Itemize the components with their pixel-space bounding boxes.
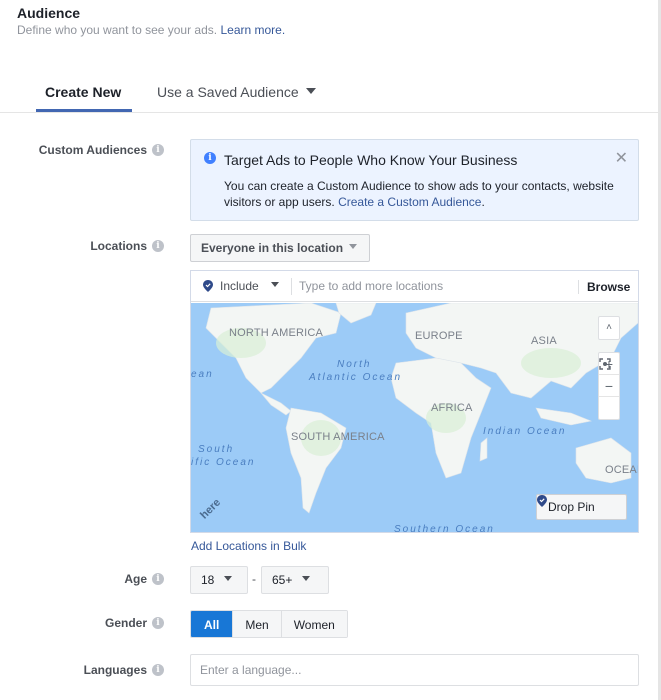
land-central-america xyxy=(260,392,292,416)
age-max-dropdown[interactable]: 65+ xyxy=(261,566,329,594)
create-custom-audience-link[interactable]: Create a Custom Audience xyxy=(338,195,481,209)
pin-icon xyxy=(537,495,547,507)
notice-title: Target Ads to People Who Know Your Busin… xyxy=(224,152,518,168)
age-min-value: 18 xyxy=(201,573,215,587)
location-search-input[interactable] xyxy=(299,276,559,296)
label-text: Custom Audiences xyxy=(38,143,147,157)
map-collapse-control: ˄ xyxy=(598,316,620,340)
audience-tabs: Create New Use a Saved Audience xyxy=(0,72,658,113)
info-icon[interactable]: i xyxy=(152,144,164,156)
label-oceania: OCEAN xyxy=(605,464,638,476)
label-asia: ASIA xyxy=(531,335,557,347)
divider xyxy=(578,280,579,294)
info-icon: i xyxy=(204,152,216,164)
info-icon[interactable]: i xyxy=(152,573,164,585)
world-map[interactable]: NORTH AMERICA EUROPE ASIA AFRICA SOUTH A… xyxy=(191,303,638,532)
locations-label: Locations i xyxy=(90,239,164,253)
learn-more-link[interactable]: Learn more. xyxy=(220,23,285,37)
age-separator: - xyxy=(252,572,256,586)
language-input[interactable] xyxy=(190,654,639,686)
include-dropdown[interactable]: Include xyxy=(203,279,279,293)
label-north-america: NORTH AMERICA xyxy=(229,327,324,339)
caret-down-icon xyxy=(301,576,310,582)
divider xyxy=(291,278,292,295)
age-label: Age i xyxy=(124,572,164,586)
land-australia xyxy=(575,437,632,484)
label-pacific-left: ean xyxy=(191,369,214,380)
label-atlantic-ocean: Atlantic Ocean xyxy=(309,372,403,383)
gender-women-button[interactable]: Women xyxy=(280,611,347,637)
section-subtitle: Define who you want to see your ads. Lea… xyxy=(17,23,285,37)
label-text: Languages xyxy=(83,663,147,677)
location-search-bar: Include Browse xyxy=(191,271,638,302)
label-indian-ocean: Indian Ocean xyxy=(483,426,567,437)
location-picker: Include Browse xyxy=(190,270,639,533)
info-icon[interactable]: i xyxy=(152,664,164,676)
drop-pin-label: Drop Pin xyxy=(548,500,595,514)
recenter-button[interactable] xyxy=(599,358,619,419)
label-south-pacific: South xyxy=(198,444,235,455)
tab-label: Use a Saved Audience xyxy=(157,84,299,100)
caret-down-icon xyxy=(305,88,316,95)
map-up-button[interactable]: ˄ xyxy=(599,317,619,339)
browse-button[interactable]: Browse xyxy=(587,280,630,294)
subtitle-text: Define who you want to see your ads. xyxy=(17,23,218,37)
caret-down-icon xyxy=(349,244,358,250)
custom-audience-notice: i Target Ads to People Who Know Your Bus… xyxy=(190,139,639,221)
label-europe: EUROPE xyxy=(415,330,463,342)
gender-men-button[interactable]: Men xyxy=(232,611,281,637)
caret-down-icon xyxy=(223,576,232,582)
label-text: Gender xyxy=(104,616,147,630)
land-greenland xyxy=(335,303,377,324)
tab-use-saved-audience[interactable]: Use a Saved Audience xyxy=(157,84,316,100)
label-south-america: SOUTH AMERICA xyxy=(291,431,385,443)
gender-label: Gender i xyxy=(105,616,164,630)
land-madagascar xyxy=(479,437,488,462)
caret-down-icon xyxy=(270,281,279,287)
tab-create-new[interactable]: Create New xyxy=(45,84,121,100)
label-pacific-ocean: ific Ocean xyxy=(191,457,256,468)
notice-period: . xyxy=(481,195,485,209)
zoom-out-button[interactable]: − xyxy=(599,375,619,397)
label-africa: AFRICA xyxy=(431,402,473,414)
languages-label: Languages i xyxy=(84,663,164,677)
dropdown-value: Everyone in this location xyxy=(201,241,344,255)
add-locations-in-bulk-link[interactable]: Add Locations in Bulk xyxy=(191,539,306,553)
info-icon[interactable]: i xyxy=(152,240,164,252)
close-icon[interactable]: ✕ xyxy=(615,148,628,168)
land-indonesia xyxy=(535,407,593,426)
gender-selector: All Men Women xyxy=(190,610,348,638)
include-label: Include xyxy=(220,279,259,293)
pin-icon xyxy=(203,280,213,292)
info-icon[interactable]: i xyxy=(152,617,164,629)
map-zoom-controls: + − xyxy=(598,352,620,420)
age-min-dropdown[interactable]: 18 xyxy=(190,566,248,594)
notice-body: You can create a Custom Audience to show… xyxy=(224,178,624,210)
section-title: Audience xyxy=(17,5,81,21)
label-north-atlantic: North xyxy=(337,359,372,370)
age-max-value: 65+ xyxy=(272,573,293,587)
custom-audiences-label: Custom Audiences i xyxy=(39,143,164,157)
label-southern-ocean: Southern Ocean xyxy=(394,524,495,532)
active-tab-indicator xyxy=(36,109,132,112)
label-text: Age xyxy=(124,572,147,586)
label-text: Locations xyxy=(90,239,147,253)
location-scope-dropdown[interactable]: Everyone in this location xyxy=(190,234,370,262)
drop-pin-button[interactable]: Drop Pin xyxy=(536,494,627,520)
recenter-icon xyxy=(599,358,611,370)
gender-all-button[interactable]: All xyxy=(191,611,233,637)
